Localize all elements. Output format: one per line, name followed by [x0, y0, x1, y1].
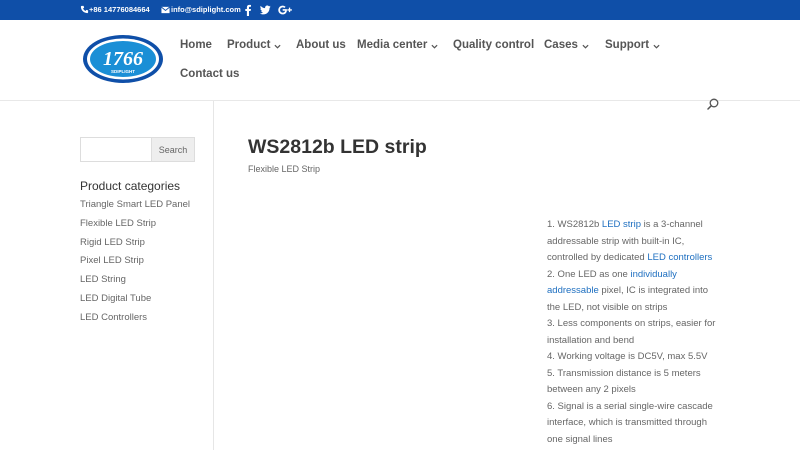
category-link[interactable]: Flexible LED Strip	[80, 217, 190, 236]
chevron-down-icon	[274, 40, 282, 50]
site-logo[interactable]: 1766 SDIPLIGHT	[82, 34, 164, 84]
category-link[interactable]: LED String	[80, 273, 190, 292]
chevron-down-icon	[582, 40, 589, 50]
mail-icon	[161, 6, 170, 14]
sidebar-search-button[interactable]: Search	[151, 137, 195, 162]
feature-3: 3. Less components on strips, easier for…	[547, 318, 716, 346]
nav-item-cases[interactable]: Cases	[544, 38, 589, 52]
category-link[interactable]: Rigid LED Strip	[80, 236, 190, 255]
facebook-icon[interactable]	[244, 4, 252, 16]
nav-item-media-center[interactable]: Media center	[357, 38, 438, 52]
search-icon[interactable]	[707, 97, 719, 110]
chevron-down-icon	[431, 40, 438, 50]
led-strip-link[interactable]: LED strip	[602, 219, 641, 230]
category-link[interactable]: Pixel LED Strip	[80, 254, 190, 273]
nav-item-quality-control[interactable]: Quality control	[453, 38, 534, 52]
phone-icon	[80, 5, 89, 14]
nav-item-contact-us[interactable]: Contact us	[180, 67, 239, 81]
phone-number: +86 14776084664	[89, 5, 150, 14]
feature-6: 6. Signal is a serial single-wire cascad…	[547, 400, 713, 445]
category-link[interactable]: LED Controllers	[80, 311, 190, 330]
feature-2: 2. One LED as one individually addressab…	[547, 268, 709, 313]
category-link[interactable]: LED Digital Tube	[80, 292, 190, 311]
sidebar-search-input[interactable]	[80, 137, 152, 162]
product-category-link[interactable]: Flexible LED Strip	[248, 163, 320, 175]
feature-5: 5. Transmission distance is 5 meters bet…	[547, 367, 701, 396]
led-controllers-link[interactable]: LED controllers	[647, 252, 712, 263]
feature-4: 4. Working voltage is DC5V, max 5.5V	[547, 351, 708, 362]
nav-item-home[interactable]: Home	[180, 38, 212, 52]
chevron-down-icon	[653, 40, 660, 50]
category-link[interactable]: Triangle Smart LED Panel	[80, 198, 190, 217]
nav-item-support[interactable]: Support	[605, 38, 660, 52]
product-title: WS2812b LED strip	[248, 136, 427, 158]
site-header: 1766 SDIPLIGHT	[0, 20, 800, 101]
twitter-icon[interactable]	[260, 5, 271, 15]
svg-text:SDIPLIGHT: SDIPLIGHT	[111, 69, 135, 74]
sidebar-divider	[213, 101, 214, 450]
feature-1: 1. WS2812b LED strip is a 3-channel addr…	[547, 219, 713, 263]
product-categories-list: Triangle Smart LED Panel Flexible LED St…	[80, 198, 190, 330]
nav-item-about-us[interactable]: About us	[296, 38, 346, 52]
email-link[interactable]: info@sdiplight.com	[171, 4, 241, 16]
google-plus-icon[interactable]	[278, 4, 293, 16]
top-bar: +86 14776084664 info@sdiplight.com	[0, 0, 800, 20]
product-description: 1. WS2812b LED strip is a 3-channel addr…	[547, 217, 717, 448]
nav-item-product[interactable]: Product	[227, 38, 282, 52]
svg-text:1766: 1766	[103, 48, 143, 70]
product-categories-heading: Product categories	[80, 179, 181, 193]
